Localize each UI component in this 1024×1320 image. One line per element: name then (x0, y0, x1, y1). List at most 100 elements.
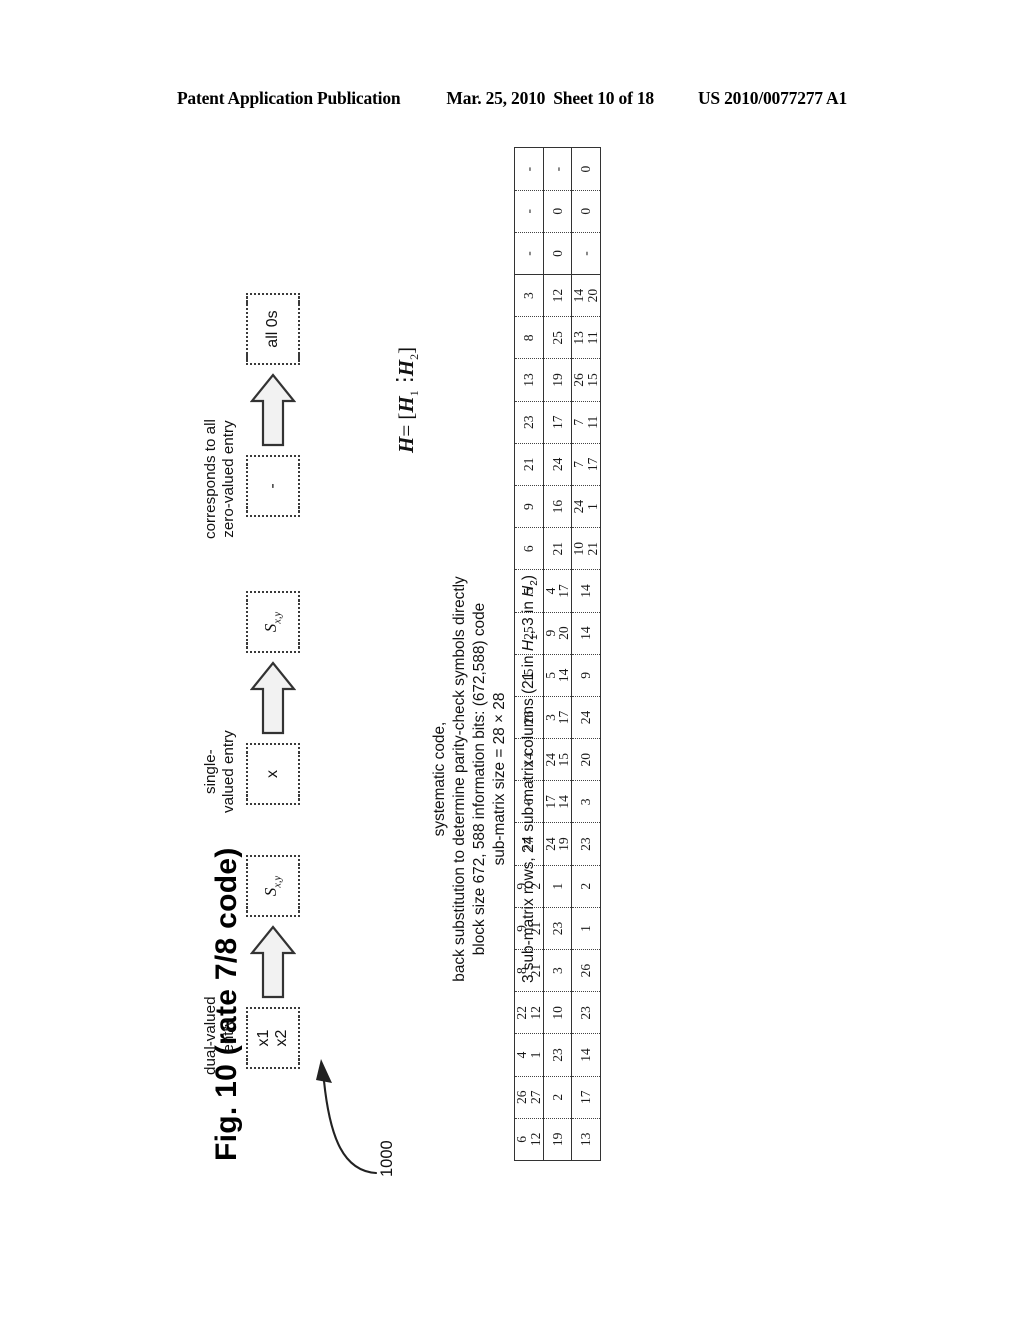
matrix-cell: 2 (543, 1076, 572, 1119)
mapping-dual-arrow-icon (250, 925, 296, 999)
matrix-cell-value: 15 (556, 752, 572, 767)
matrix-cell-value: 14 (571, 288, 587, 303)
matrix-cell: 17 14 (542, 780, 572, 823)
matrix-cell: 26 (571, 949, 601, 992)
matrix-cell: 23 (543, 1033, 572, 1077)
mapping-single-arrow-icon (250, 661, 296, 735)
mapping-single-target-bracket: Sx,y (246, 591, 300, 653)
matrix-cell-value: 9 (542, 629, 558, 637)
matrix-cell-value: 20 (556, 626, 572, 640)
matrix-cell: 6 12 (514, 1118, 544, 1161)
matrix-cell: 2 (571, 865, 601, 908)
matrix-cell-value: 7 (571, 418, 587, 426)
caption-line-2: back substitution to determine parity-ch… (451, 576, 469, 982)
page-header: Patent Application Publication Mar. 25, … (0, 88, 1024, 109)
mapping-dual-source-x2: x2 (273, 1029, 290, 1047)
formula-h1-sub: 1 (407, 390, 422, 397)
matrix-cell: 10 (543, 991, 572, 1034)
matrix-cell-value: 14 (556, 795, 572, 809)
matrix-cell: - (571, 232, 601, 275)
matrix-cell-value: 15 (584, 373, 600, 387)
formula-h1: H (394, 396, 418, 413)
mapping-dual-target-s: S (261, 887, 281, 897)
header-publication: Patent Application Publication (176, 88, 401, 108)
caption-line-5-post: ) (520, 574, 538, 581)
caption-line-3: block size 672, 588 information bits: (6… (471, 602, 489, 956)
matrix-cell: 5 14 (542, 654, 572, 697)
matrix-cell-value: 21 (584, 542, 600, 556)
matrix-cell-pair: 17 14 (542, 781, 572, 822)
mapping-dual-source-bracket: x1 x2 (246, 1007, 300, 1069)
matrix-cell: 3 (543, 949, 572, 992)
matrix-cell: 7 11 (571, 401, 601, 444)
mapping-dual-target-bracket: Sx,y (246, 855, 300, 917)
matrix-cell-pair: 3 17 (542, 697, 572, 738)
matrix-cell: 8 (514, 316, 544, 359)
mapping-zero-source-bracket: - (246, 455, 300, 517)
matrix-cell-value: 3 (542, 714, 558, 721)
formula-separator: ⋮ (392, 369, 416, 391)
figure-caption: systematic code, back substitution to de… (430, 469, 541, 1089)
matrix-cell: - (514, 190, 544, 233)
matrix-cell: 19 (543, 358, 572, 402)
matrix-cell: 13 (514, 358, 544, 402)
matrix-cell: 9 (571, 654, 601, 697)
mapping-single-target-sub: x,y (272, 611, 284, 624)
matrix-cell: 24 19 (543, 823, 572, 866)
matrix-cell: 4 17 (542, 569, 572, 613)
matrix-cell: 3 17 (542, 696, 572, 739)
matrix-cell-value: 5 (542, 671, 558, 679)
matrix-cell-value: 17 (584, 457, 600, 472)
matrix-cell: 3 (571, 780, 601, 823)
matrix-cell: 25 (543, 316, 572, 359)
matrix-cell: 0 (571, 148, 601, 191)
leader-line (316, 1059, 378, 1175)
matrix-cell: 17 (543, 401, 572, 444)
mapping-zero-target-all0s: all 0s (264, 310, 282, 348)
matrix-cell-value: 20 (584, 288, 600, 303)
matrix-cell-value: 17 (542, 795, 558, 809)
matrix-cell-value: 17 (556, 584, 572, 598)
caption-h1-sub: 1 (529, 634, 541, 641)
matrix-cell-value: 10 (571, 542, 587, 556)
formula-equals: = [ (394, 412, 418, 437)
caption-line-1: systematic code, (431, 721, 448, 837)
matrix-cell: 21 (543, 527, 572, 570)
matrix-cell: - (514, 148, 544, 191)
matrix-cell: 20 (571, 738, 601, 781)
matrix-cell: 10 21 (571, 527, 601, 570)
matrix-cell: 13 11 (571, 316, 601, 359)
matrix-cell-value: 4 (542, 587, 558, 595)
caption-h1: H (520, 640, 538, 652)
matrix-cell: 0 (543, 232, 572, 275)
matrix-cell-value: 24 (542, 752, 558, 767)
matrix-cell-value: 13 (571, 331, 587, 345)
matrix-cell-value: 1 (584, 503, 600, 510)
mapping-single-source-bracket: x (246, 743, 300, 805)
matrix-cell: 14 20 (571, 274, 601, 317)
matrix-cell: 0 (571, 190, 601, 233)
matrix-cell-value: 19 (556, 837, 572, 851)
formula-h: H (394, 436, 418, 453)
matrix-cell: 7 17 (571, 443, 601, 486)
matrix-cell-pair: 5 14 (542, 655, 572, 696)
caption-line-5: 3 sub-matrix rows, 24 sub-matrix columns… (519, 469, 541, 1089)
mapping-zero-target-content: all 0s (248, 293, 298, 365)
matrix-cell-value: 14 (556, 668, 572, 683)
matrix-cell: 14 (571, 569, 601, 613)
matrix-cell: 23 (514, 401, 544, 444)
matrix-cell: 23 (571, 823, 601, 866)
mapping-zero-label-line1: corresponds to all (202, 419, 219, 539)
caption-line-5-pre: 3 sub-matrix rows, 24 sub-matrix columns… (520, 651, 538, 984)
caption-line-4: sub-matrix size = 28 × 28 (491, 692, 509, 866)
matrix-cell: 16 (543, 485, 572, 528)
matrix-cell-pair: 7 11 (571, 402, 600, 443)
matrix-cell: 24 (543, 443, 572, 486)
matrix-cell-pair: 14 20 (571, 275, 600, 316)
header-patent-number: US 2010/0077277 A1 (697, 88, 848, 108)
header-date: Mar. 25, 2010 (446, 88, 546, 108)
header-sheet: Sheet 10 of 18 (553, 88, 654, 108)
matrix-cell-pair: 26 15 (571, 359, 600, 400)
matrix-cell: 12 (543, 274, 572, 317)
matrix-cell-pair: 10 21 (571, 528, 600, 569)
